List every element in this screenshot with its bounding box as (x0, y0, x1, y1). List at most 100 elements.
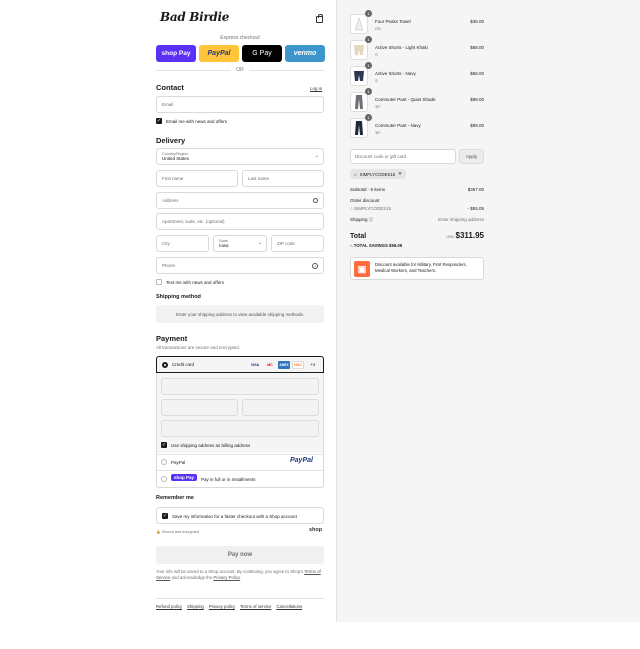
help-icon[interactable]: ? (312, 263, 318, 269)
paypal-option-label: PayPal (171, 460, 186, 465)
google-pay-button[interactable]: G Pay (242, 45, 282, 62)
pay-now-button[interactable]: Pay now (156, 546, 324, 564)
shop-pay-label: shop Pay (161, 50, 191, 57)
apartment-field[interactable]: Apartment, suite, etc. (optional) (156, 213, 324, 230)
cart-item: 1 Commuter Pant - Quiet Shade 30" $98.00 (350, 88, 484, 112)
remember-me-box: ✓ Save my information for a faster check… (156, 507, 324, 524)
credit-card-option[interactable]: Credit card VISA MC AMEX DISC +4 (156, 356, 324, 373)
address-placeholder: Address (162, 198, 179, 203)
savings-row: ⌂ TOTAL SAVINGS $55.05 (350, 243, 484, 248)
first-name-field[interactable]: First name (156, 170, 238, 187)
state-value: Iowa (219, 243, 229, 248)
total-row: Total USD $311.95 (350, 231, 484, 240)
address-field[interactable]: Address (156, 192, 324, 209)
name-on-card-field[interactable] (161, 420, 319, 437)
shipping-method-heading: Shipping method (156, 294, 201, 300)
expiration-field[interactable] (161, 399, 238, 416)
pants-icon (355, 95, 363, 109)
subtotal-value: $367.00 (467, 187, 484, 192)
country-select[interactable]: Country/Region United States ⌄ (156, 148, 324, 165)
express-checkout-label: Express checkout (220, 35, 260, 41)
amex-icon: AMEX (278, 361, 290, 369)
item-price: $68.00 (470, 71, 484, 76)
shop-pay-logo: shop Pay (171, 474, 198, 481)
item-name: Commuter Pant - Navy (375, 123, 421, 128)
paypal-radio[interactable] (161, 459, 167, 465)
card-number-field[interactable] (161, 378, 319, 395)
billing-address-checkbox[interactable]: ✓ (161, 442, 167, 448)
cancellations-link[interactable]: Cancellations (276, 604, 302, 609)
zip-field[interactable]: ZIP code (271, 235, 324, 252)
shipping-row: Shipping ⓘ Enter shipping address (350, 217, 484, 223)
google-pay-label: G Pay (252, 50, 272, 57)
fine-print: Your info will be saved to a Shop accoun… (156, 569, 324, 581)
discount-tag-code: SIMPLYCODES15 (359, 171, 396, 177)
discount-code-input[interactable]: Discount code or gift card (350, 149, 456, 164)
military-discount-banner[interactable]: ▣ Discount available for Military, First… (350, 257, 484, 280)
item-name: Four Peaks Towel (375, 19, 411, 24)
order-discount-label: Order discount (350, 198, 380, 203)
last-name-field[interactable]: Last name (242, 170, 324, 187)
shop-pay-button[interactable]: shop Pay (156, 45, 196, 62)
remove-discount-icon[interactable]: ✕ (398, 171, 402, 177)
venmo-label: venmo (293, 50, 317, 57)
item-name: Active Shorts - Light Khaki (375, 45, 428, 50)
item-variant: OS (375, 26, 381, 31)
towel-icon (354, 17, 364, 31)
news-label: Email me with news and offers (166, 119, 227, 124)
privacy-policy-link[interactable]: Privacy policy (209, 604, 235, 609)
shipping-placeholder: Enter your shipping address to view avai… (156, 305, 324, 323)
quantity-badge: 1 (365, 88, 372, 95)
shipping-link[interactable]: Shipping (187, 604, 204, 609)
total-label: Total (350, 233, 367, 240)
mastercard-icon: MC (267, 363, 273, 367)
more-cards-count: +4 (310, 362, 316, 367)
search-icon (313, 198, 318, 203)
currency-label: USD (446, 235, 455, 239)
cart-item: 1 Four Peaks Towel OS $35.00 (350, 10, 484, 34)
billing-address-label: Use shipping address as billing address (171, 443, 251, 448)
terms-of-service-link[interactable]: Terms of service (240, 604, 271, 609)
product-thumbnail (350, 118, 368, 138)
cart-item: 1 Active Shorts - Navy S $68.00 (350, 62, 484, 86)
paypal-label: PayPal (207, 50, 231, 57)
state-select[interactable]: State Iowa ⌄ (213, 235, 267, 252)
phone-placeholder: Phone (162, 263, 176, 268)
payment-subtitle: All transactions are secure and encrypte… (156, 345, 241, 350)
phone-field[interactable]: Phone ? (156, 257, 324, 274)
save-info-checkbox[interactable]: ✓ (162, 513, 168, 519)
id-badge-icon: ▣ (354, 261, 370, 277)
fine-print-prefix: Your info will be saved to a Shop accoun… (156, 569, 304, 574)
login-link[interactable]: Log in (310, 86, 322, 91)
item-variant: S (375, 78, 378, 83)
text-offers-checkbox[interactable] (156, 279, 162, 285)
item-price: $35.00 (470, 19, 484, 24)
pants-icon (355, 121, 363, 135)
city-field[interactable]: City (156, 235, 209, 252)
country-value: United States (162, 156, 190, 161)
privacy-link[interactable]: Privacy Policy (213, 575, 239, 580)
shopping-bag-icon[interactable] (316, 14, 323, 23)
order-discount-row: Order discount (350, 198, 484, 203)
secure-encrypted-text: Secure and encrypted (161, 530, 199, 534)
item-price: $98.00 (470, 123, 484, 128)
fine-print-mid: and acknowledge the (171, 575, 213, 581)
brand-logo[interactable]: Bad Birdie (160, 10, 229, 24)
paypal-button[interactable]: PayPal (199, 45, 239, 62)
shipping-label-text: Shipping (350, 217, 368, 222)
email-field[interactable]: Email (156, 96, 324, 113)
quantity-badge: 1 (365, 114, 372, 121)
credit-card-radio[interactable] (162, 362, 168, 368)
venmo-button[interactable]: venmo (285, 45, 325, 62)
total-savings: TOTAL SAVINGS $55.05 (353, 243, 403, 248)
apply-discount-button[interactable]: Apply (459, 149, 484, 164)
discount-amount: - $55.05 (467, 206, 484, 211)
news-checkbox[interactable]: ✓ (156, 118, 162, 124)
shop-pay-radio[interactable] (161, 476, 167, 482)
help-icon[interactable]: ⓘ (369, 217, 374, 222)
refund-policy-link[interactable]: Refund policy (156, 604, 182, 609)
security-code-field[interactable] (242, 399, 319, 416)
item-price: $98.00 (470, 97, 484, 102)
divider (157, 454, 323, 455)
visa-icon: VISA (250, 363, 260, 367)
